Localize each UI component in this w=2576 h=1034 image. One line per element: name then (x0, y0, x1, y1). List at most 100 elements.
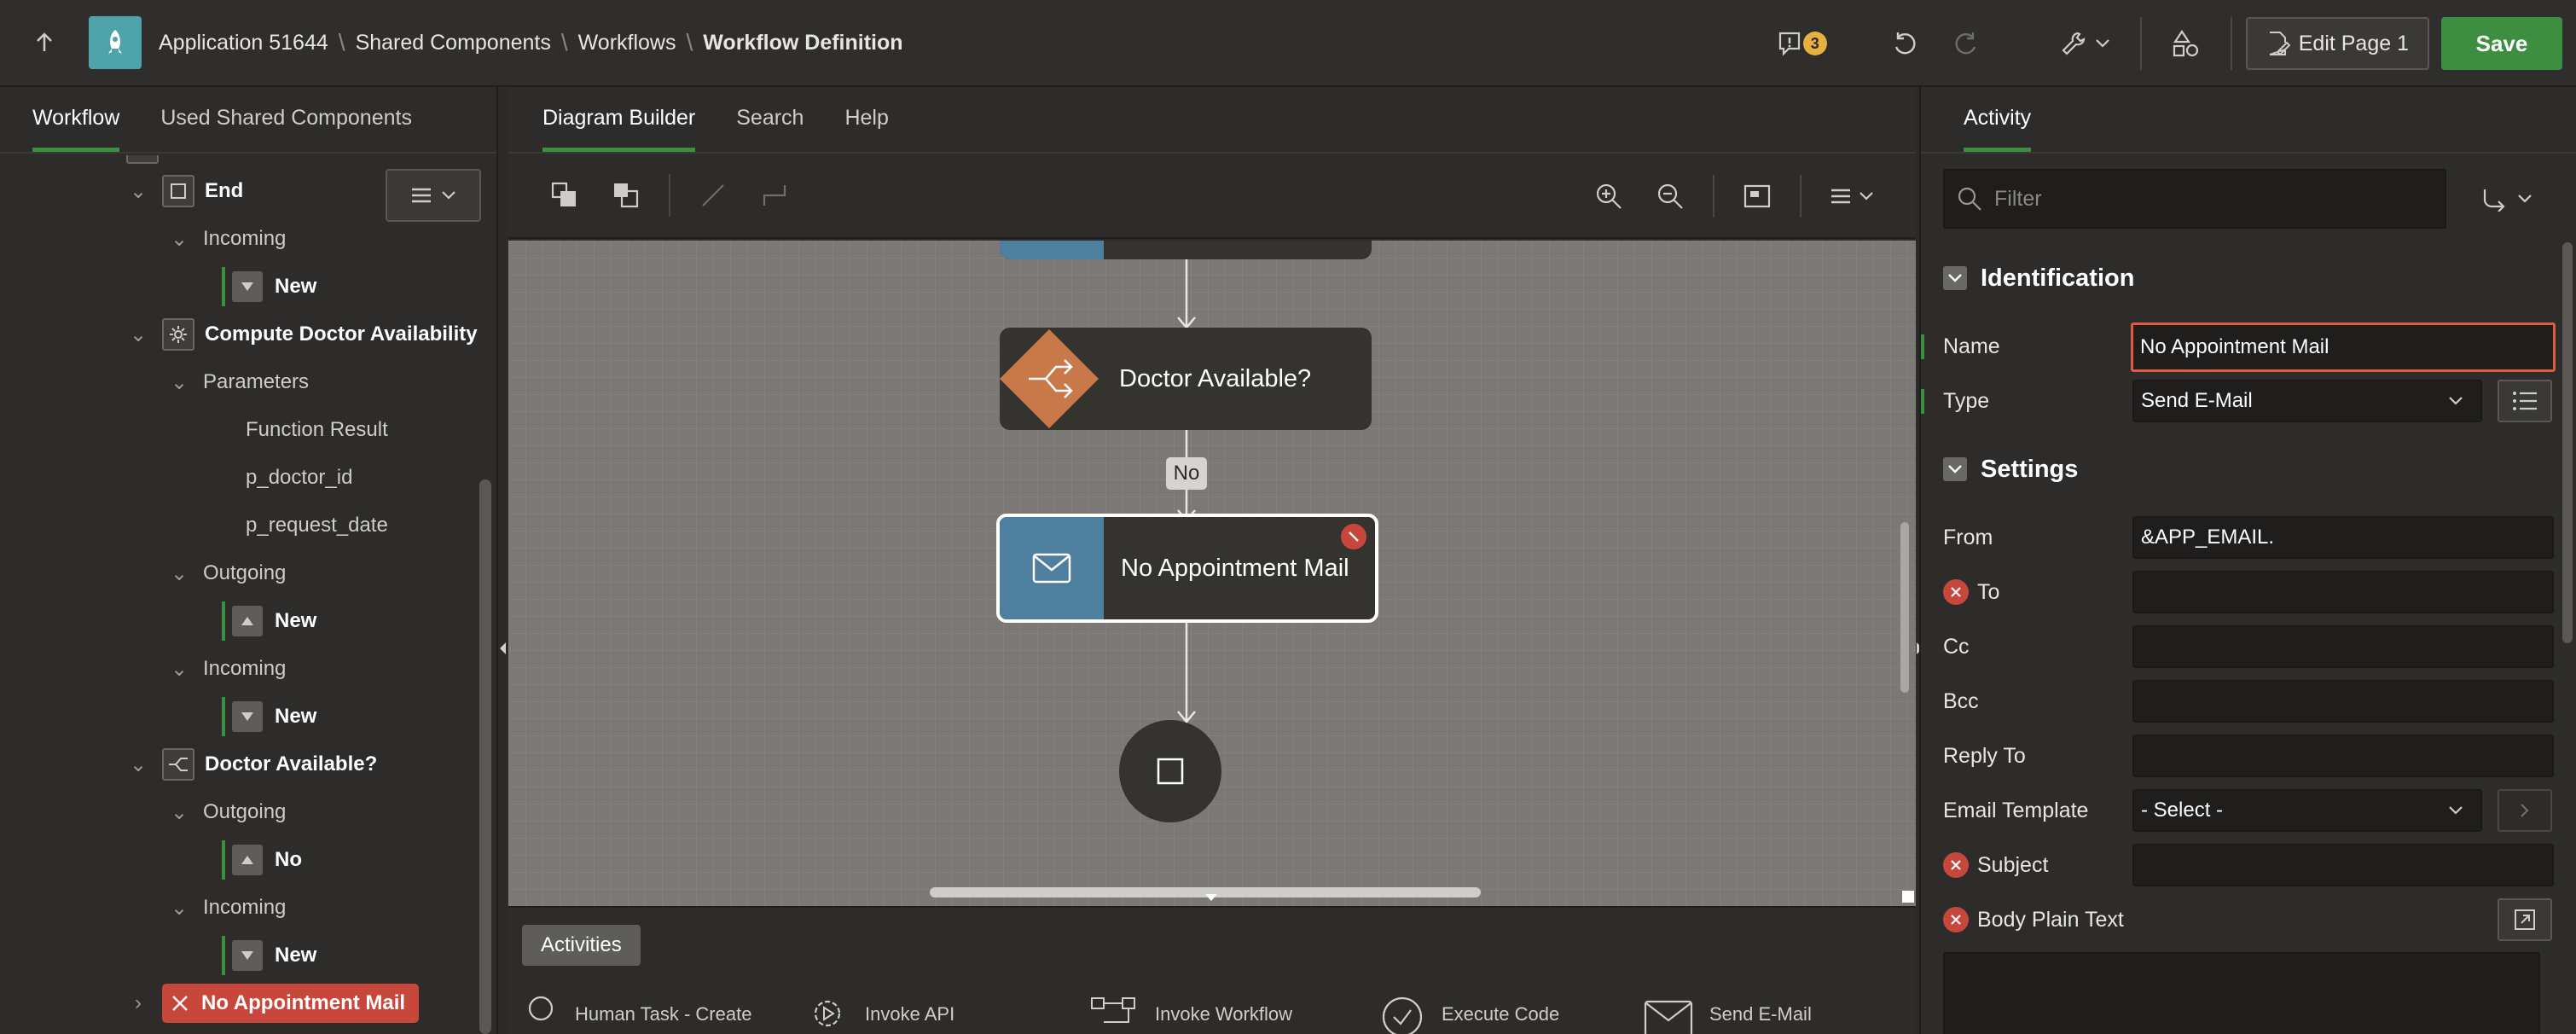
undo-button[interactable] (1874, 0, 1935, 87)
tree-node-outgoing[interactable]: ⌄ Outgoing (167, 788, 286, 836)
tree-node-end[interactable]: ⌄ End (126, 167, 243, 215)
property-label: Bcc (1943, 688, 1979, 713)
tree-node-incoming[interactable]: ⌄ Incoming (167, 645, 286, 693)
chevron-right-icon[interactable]: › (126, 991, 150, 1015)
chevron-down-icon[interactable]: ⌄ (167, 561, 191, 586)
selected-tree-node[interactable]: No Appointment Mail (162, 984, 420, 1023)
fit-to-screen-button[interactable] (1726, 171, 1788, 222)
zoom-out-icon (1657, 183, 1683, 209)
error-indicator[interactable] (1341, 524, 1366, 549)
diagram-node-doctor-available[interactable]: Doctor Available? (1000, 328, 1372, 430)
chevron-down-icon[interactable]: ⌄ (126, 752, 150, 777)
tree-node-transition[interactable]: New (222, 263, 316, 311)
activity-invoke-workflow[interactable]: Invoke Workflow (1088, 993, 1292, 1034)
chevron-down-icon[interactable]: ⌄ (167, 227, 191, 252)
tab-help[interactable]: Help (844, 106, 888, 152)
zoom-in-button[interactable] (1578, 171, 1639, 222)
section-identification[interactable]: Identification (1943, 253, 2134, 304)
subject-input[interactable] (2132, 844, 2554, 886)
email-template-select[interactable]: - Select - (2132, 789, 2482, 832)
type-select[interactable]: Send E-Mail (2132, 380, 2482, 422)
reply-to-input[interactable] (2132, 735, 2554, 777)
diagram-node-end[interactable] (1119, 720, 1221, 822)
straight-connector-button[interactable] (682, 170, 744, 221)
chevron-down-icon[interactable]: ⌄ (167, 896, 191, 921)
tab-workflow[interactable]: Workflow (32, 106, 120, 152)
tree-node-no-appointment-mail[interactable]: › No Appointment Mail (126, 979, 420, 1027)
tree-node-transition[interactable]: No (222, 836, 302, 884)
to-input[interactable] (2132, 571, 2554, 613)
section-settings[interactable]: Settings (1943, 444, 2078, 495)
tree-node-label: Incoming (203, 657, 287, 680)
breadcrumb-application[interactable]: Application 51644 (159, 31, 328, 55)
redo-button[interactable] (1935, 0, 1997, 87)
activity-execute-code[interactable]: Execute Code (1378, 993, 1559, 1034)
shared-components-button[interactable] (2155, 0, 2217, 87)
email-template-go-button[interactable] (2498, 789, 2552, 832)
tree-node-doctor-available[interactable]: ⌄ Doctor Available? (126, 741, 377, 788)
activity-invoke-api[interactable]: Invoke API (807, 993, 954, 1034)
tree-node-transition[interactable]: New (222, 932, 316, 979)
tree-node-compute-doctor-availability[interactable]: ⌄ Compute Doctor Availability (126, 311, 478, 358)
navigate-up-button[interactable] (0, 0, 89, 86)
tree-node-incoming[interactable]: ⌄ Incoming (167, 215, 286, 263)
tree-node-parameter[interactable]: p_doctor_id (246, 454, 352, 502)
chevron-down-icon[interactable]: ⌄ (167, 657, 191, 682)
tab-diagram-builder[interactable]: Diagram Builder (542, 106, 696, 152)
go-to-group-button[interactable] (2460, 169, 2554, 229)
utilities-menu-button[interactable] (2045, 0, 2126, 87)
chevron-down-icon[interactable]: ⌄ (167, 800, 191, 825)
tree-node-parameter[interactable]: Function Result (246, 406, 388, 454)
tree-node-outgoing[interactable]: ⌄ Outgoing (167, 549, 286, 597)
diagram-canvas[interactable]: Doctor Available? No No Appointment Mail (508, 241, 1916, 906)
tree-node-transition[interactable]: New (222, 597, 316, 645)
expand-editor-button[interactable] (2498, 898, 2552, 941)
diagram-node-no-appointment-mail[interactable]: No Appointment Mail (996, 514, 1378, 623)
property-scrollbar[interactable] (2562, 242, 2573, 643)
activities-label[interactable]: Activities (522, 925, 641, 966)
from-input[interactable]: &APP_EMAIL. (2132, 516, 2554, 559)
connector-label-no[interactable]: No (1166, 457, 1207, 490)
tree-node-parameter[interactable]: p_request_date (246, 502, 388, 549)
chevron-down-icon[interactable] (1943, 266, 1967, 290)
diagram-vertical-scrollbar[interactable] (1900, 522, 1909, 693)
collapse-left-panel-button[interactable] (498, 642, 507, 659)
chevron-down-icon[interactable]: ⌄ (167, 370, 191, 395)
section-title: Settings (1981, 455, 2079, 483)
send-back-icon (614, 183, 639, 208)
tab-search[interactable]: Search (736, 106, 804, 152)
cc-input[interactable] (2132, 625, 2554, 668)
tree-node-transition[interactable]: New (222, 693, 316, 741)
body-plain-text-textarea[interactable] (1943, 952, 2540, 1034)
orthogonal-connector-button[interactable] (744, 170, 805, 221)
notifications-button[interactable]: 3 (1767, 0, 1838, 87)
bring-to-front-button[interactable] (534, 170, 595, 221)
diagram-menu-button[interactable] (1813, 171, 1890, 222)
tab-used-shared-components[interactable]: Used Shared Components (160, 106, 412, 152)
zoom-out-button[interactable] (1639, 171, 1701, 222)
property-from: From &APP_EMAIL. (1921, 514, 2557, 561)
name-input[interactable]: No Appointment Mail (2131, 322, 2556, 372)
chevron-down-icon[interactable]: ⌄ (126, 179, 150, 204)
tree-menu-button[interactable] (386, 169, 481, 222)
edit-page-button[interactable]: Edit Page 1 (2245, 17, 2429, 70)
triangle-down-icon[interactable] (1204, 892, 1218, 903)
tree-node-parameters[interactable]: ⌄ Parameters (167, 358, 309, 406)
tab-activity[interactable]: Activity (1964, 106, 2032, 152)
chevron-down-icon[interactable]: ⌄ (126, 322, 150, 347)
tree-node-incoming[interactable]: ⌄ Incoming (167, 884, 286, 932)
section-title: Identification (1981, 264, 2135, 292)
app-logo[interactable] (89, 16, 142, 69)
breadcrumb-shared-components[interactable]: Shared Components (356, 31, 551, 55)
send-to-back-button[interactable] (595, 170, 657, 221)
chevron-down-icon[interactable] (1943, 457, 1967, 481)
left-scrollbar[interactable] (479, 479, 491, 1034)
activity-human-task-create[interactable]: Human Task - Create (525, 993, 751, 1034)
activity-send-email[interactable]: Send E-Mail (1643, 993, 1812, 1034)
bcc-input[interactable] (2132, 680, 2554, 723)
filter-input[interactable]: Filter (1943, 169, 2446, 229)
save-button[interactable]: Save (2441, 17, 2562, 70)
breadcrumb-workflows[interactable]: Workflows (578, 31, 676, 55)
filter-placeholder: Filter (1994, 186, 2042, 211)
type-list-button[interactable] (2498, 380, 2552, 422)
